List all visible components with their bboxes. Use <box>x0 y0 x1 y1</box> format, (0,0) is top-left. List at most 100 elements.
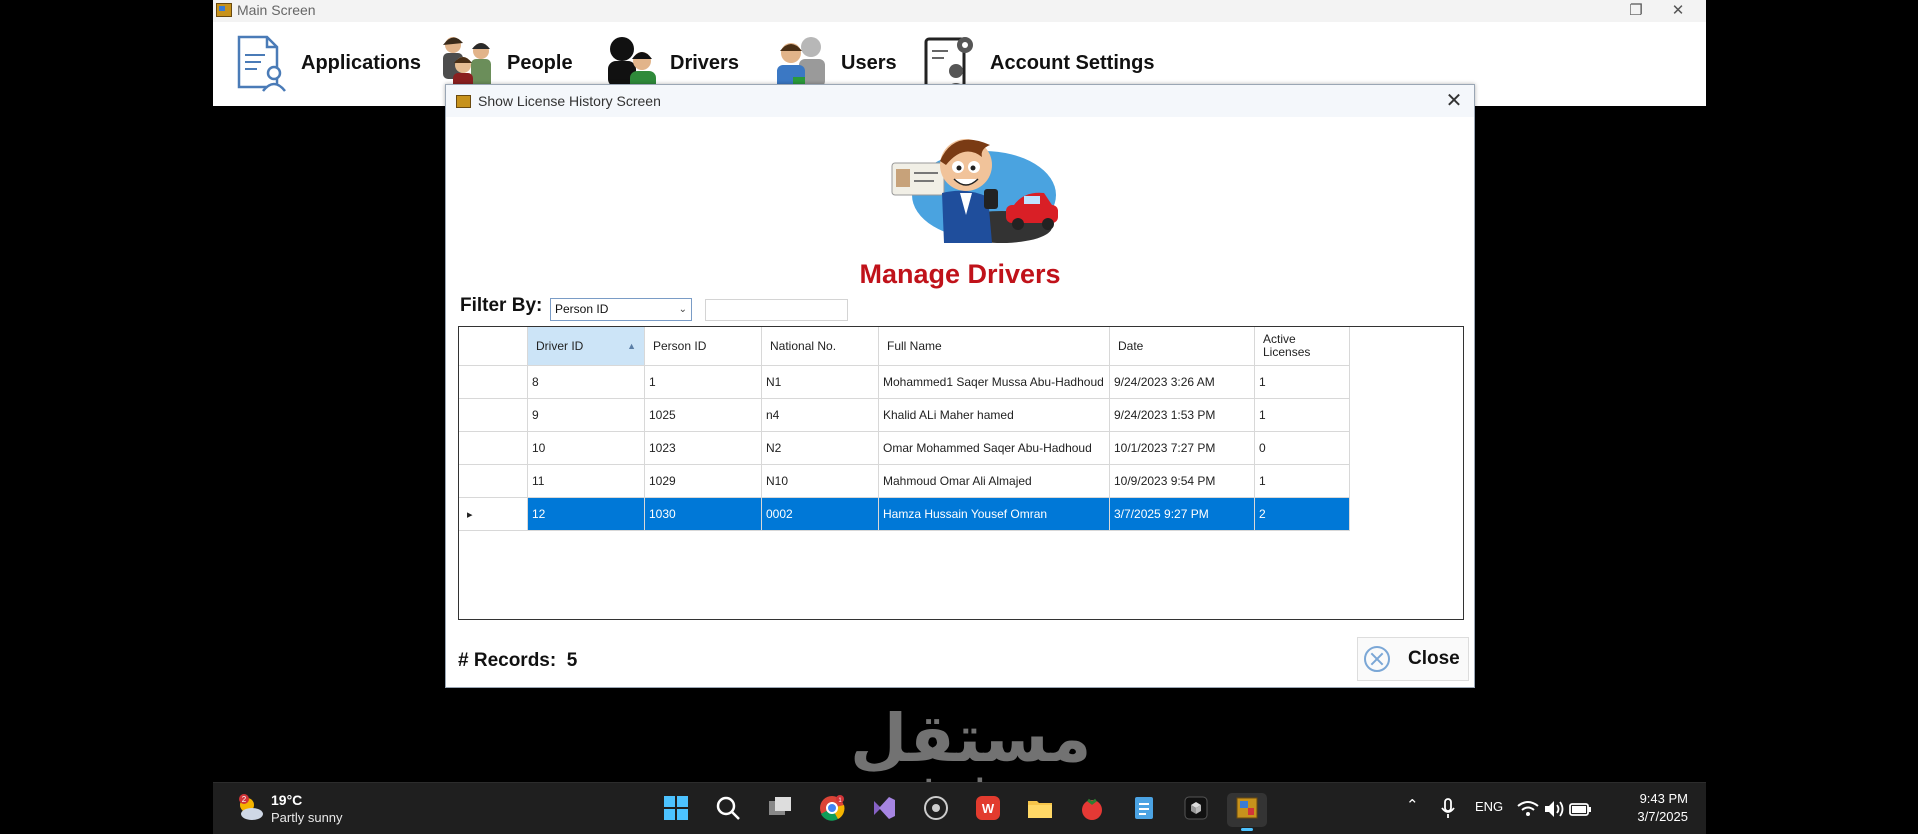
row-header[interactable] <box>459 464 528 498</box>
column-header-date[interactable]: Date <box>1109 327 1255 366</box>
dialog-title: Show License History Screen <box>478 93 661 109</box>
cell-driver-id[interactable]: 9 <box>527 398 645 432</box>
active-indicator <box>1241 828 1253 831</box>
cell-date[interactable]: 9/24/2023 3:26 AM <box>1109 365 1255 399</box>
column-header-national-no[interactable]: National No. <box>761 327 879 366</box>
cell-national-no[interactable]: n4 <box>761 398 879 432</box>
app-circle-icon[interactable] <box>923 795 949 821</box>
cell-national-no[interactable]: N2 <box>761 431 879 465</box>
microphone-icon[interactable] <box>1435 796 1461 822</box>
cell-driver-id[interactable]: 8 <box>527 365 645 399</box>
taskbar: 2 19°C Partly sunny 1 W ⌃ ENG 9:43 PM 3/… <box>213 782 1706 834</box>
table-row[interactable]: 8 1 N1 Mohammed1 Saqer Mussa Abu-Hadhoud 9/2… <box>459 365 1350 399</box>
column-header-active-licenses[interactable]: Active Licenses <box>1254 327 1350 366</box>
table-row[interactable]: 9 1025 n4 Khalid ALi Maher hamed 9/24/2023 1… <box>459 398 1350 432</box>
cell-person-id[interactable]: 1023 <box>644 431 762 465</box>
chrome-icon[interactable]: 1 <box>819 795 845 821</box>
filter-by-select[interactable]: Person ID ⌄ <box>550 298 692 321</box>
records-count-label: # Records: 5 <box>458 650 577 672</box>
cell-active-licenses[interactable]: 1 <box>1254 365 1350 399</box>
column-header-driver-id[interactable]: Driver ID ▲ <box>527 327 645 366</box>
box-app-icon[interactable] <box>1183 795 1209 821</box>
restore-button[interactable]: ❐ <box>1621 0 1651 22</box>
battery-icon[interactable] <box>1567 796 1593 822</box>
menu-item-applications[interactable]: Applications <box>229 24 421 102</box>
running-app-icon[interactable] <box>1234 795 1260 821</box>
row-header[interactable] <box>459 431 528 465</box>
close-window-button[interactable]: ✕ <box>1663 0 1693 22</box>
clock-time[interactable]: 9:43 PM <box>1618 791 1688 806</box>
cell-full-name[interactable]: Mahmoud Omar Ali Almajed <box>878 464 1110 498</box>
drivers-grid[interactable]: Driver ID ▲ Person ID National No. Full … <box>458 326 1464 620</box>
cell-person-id[interactable]: 1029 <box>644 464 762 498</box>
cell-date[interactable]: 10/1/2023 7:27 PM <box>1109 431 1255 465</box>
close-circle-icon <box>1364 646 1390 672</box>
filter-selected-value: Person ID <box>555 302 609 316</box>
dialog-close-x-button[interactable]: ✕ <box>1440 88 1468 114</box>
records-count: 5 <box>566 650 578 671</box>
weather-description: Partly sunny <box>271 810 343 825</box>
row-header[interactable] <box>459 365 528 399</box>
cell-active-licenses[interactable]: 0 <box>1254 431 1350 465</box>
row-header[interactable]: ▸ <box>459 497 528 531</box>
cell-driver-id[interactable]: 11 <box>527 464 645 498</box>
records-label: # Records: <box>458 650 557 671</box>
cell-national-no[interactable]: 0002 <box>761 497 879 531</box>
watermark-arabic: مستقل <box>850 700 1092 777</box>
cell-person-id[interactable]: 1030 <box>644 497 762 531</box>
table-row[interactable]: 10 1023 N2 Omar Mohammed Saqer Abu-Hadhoud 1… <box>459 431 1350 465</box>
filter-value-input[interactable] <box>705 299 848 321</box>
main-titlebar: Main Screen ❐ ✕ <box>213 0 1706 22</box>
language-indicator[interactable]: ENG <box>1475 799 1503 814</box>
visual-studio-icon[interactable] <box>871 795 897 821</box>
applications-icon <box>229 31 293 95</box>
cell-person-id[interactable]: 1025 <box>644 398 762 432</box>
cell-active-licenses[interactable]: 1 <box>1254 398 1350 432</box>
cell-date[interactable]: 3/7/2025 9:27 PM <box>1109 497 1255 531</box>
search-icon[interactable] <box>715 795 741 821</box>
cell-date[interactable]: 9/24/2023 1:53 PM <box>1109 398 1255 432</box>
file-explorer-icon[interactable] <box>1027 795 1053 821</box>
cell-driver-id[interactable]: 12 <box>527 497 645 531</box>
cell-person-id[interactable]: 1 <box>644 365 762 399</box>
cell-national-no[interactable]: N1 <box>761 365 879 399</box>
table-row[interactable]: ▸ 12 1030 0002 Hamza Hussain Yousef Omran 3/7… <box>459 497 1350 531</box>
weather-badge: 2 <box>242 795 247 804</box>
cell-date[interactable]: 10/9/2023 9:54 PM <box>1109 464 1255 498</box>
menu-label-applications: Applications <box>301 51 422 74</box>
cell-national-no[interactable]: N10 <box>761 464 879 498</box>
tomato-timer-icon[interactable] <box>1079 795 1105 821</box>
clock-date[interactable]: 3/7/2025 <box>1618 809 1688 824</box>
dialog-app-icon <box>456 95 471 108</box>
page-heading: Manage Drivers <box>859 259 1061 289</box>
column-header-full-name[interactable]: Full Name <box>878 327 1110 366</box>
chevron-down-icon: ⌄ <box>678 304 687 315</box>
menu-label-account-settings: Account Settings <box>990 51 1155 74</box>
weather-widget[interactable]: 2 <box>235 793 265 823</box>
menu-label-drivers: Drivers <box>670 51 739 74</box>
chevron-up-icon[interactable]: ⌃ <box>1406 796 1419 814</box>
sort-ascending-icon: ▲ <box>627 341 636 351</box>
grid-corner-header <box>459 327 528 366</box>
task-view-icon[interactable] <box>767 795 793 821</box>
menu-label-users: Users <box>841 51 897 74</box>
table-row[interactable]: 11 1029 N10 Mahmoud Omar Ali Almajed 10/9/20… <box>459 464 1350 498</box>
cell-full-name[interactable]: Omar Mohammed Saqer Abu-Hadhoud <box>878 431 1110 465</box>
cell-active-licenses[interactable]: 2 <box>1254 497 1350 531</box>
cell-full-name[interactable]: Khalid ALi Maher hamed <box>878 398 1110 432</box>
notepad-icon[interactable] <box>1131 795 1157 821</box>
cell-driver-id[interactable]: 10 <box>527 431 645 465</box>
cell-full-name[interactable]: Mohammed1 Saqer Mussa Abu-Hadhoud <box>878 365 1110 399</box>
close-button-label: Close <box>1408 648 1460 669</box>
weather-temperature: 19°C <box>271 792 303 808</box>
wps-office-icon[interactable]: W <box>975 795 1001 821</box>
volume-icon[interactable] <box>1541 796 1567 822</box>
cell-full-name[interactable]: Hamza Hussain Yousef Omran <box>878 497 1110 531</box>
start-icon[interactable] <box>663 795 689 821</box>
column-header-person-id[interactable]: Person ID <box>644 327 762 366</box>
wifi-icon[interactable] <box>1515 796 1541 822</box>
menu-label-people: People <box>507 51 573 74</box>
cell-active-licenses[interactable]: 1 <box>1254 464 1350 498</box>
row-header[interactable] <box>459 398 528 432</box>
close-button[interactable]: Close <box>1357 637 1469 681</box>
